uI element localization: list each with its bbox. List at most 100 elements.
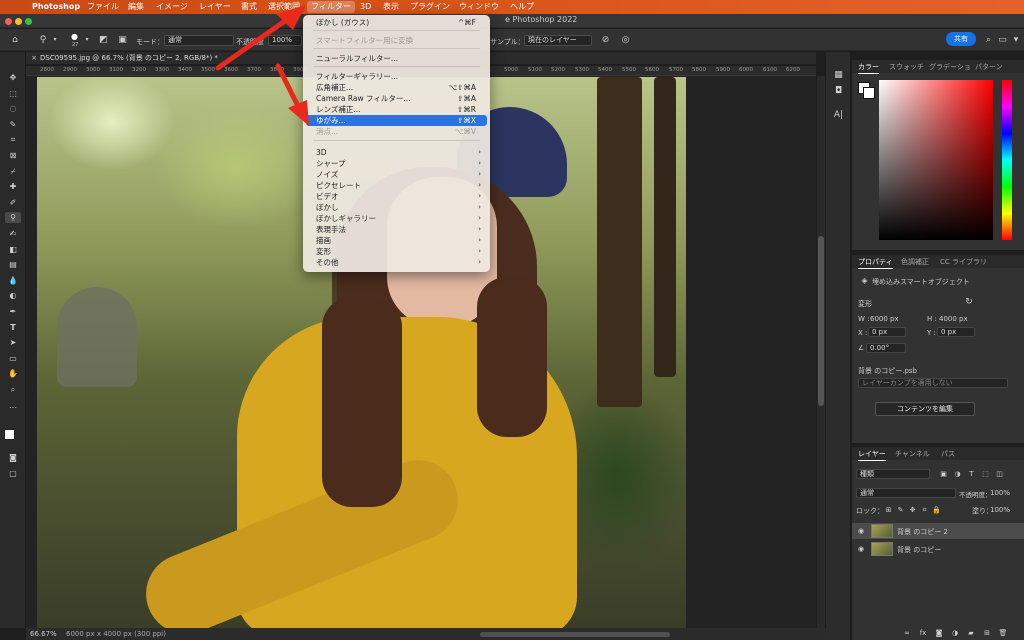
zoom-tool-icon[interactable]: ⌕ (5, 384, 21, 395)
submenu-3d[interactable]: 3D › (303, 147, 490, 158)
lock-pixels-icon[interactable]: ✎ (896, 505, 905, 515)
layer-filter-select[interactable]: 種類 (856, 469, 930, 479)
pressure-icon[interactable]: ◎ (620, 35, 631, 45)
minimize-window-button[interactable] (15, 18, 22, 25)
document-info[interactable]: 6000 px x 4000 px (300 ppi) (66, 630, 166, 638)
menu-filter[interactable]: フィルター (307, 1, 355, 13)
home-icon[interactable]: ⌂ (9, 35, 21, 45)
opacity-input[interactable]: 100% (268, 35, 302, 46)
comments-panel-icon[interactable]: ◘ (833, 86, 844, 96)
smart-object-filter-icon[interactable]: ◫ (995, 469, 1004, 479)
tab-channels[interactable]: チャンネル (895, 449, 930, 459)
character-panel-icon[interactable]: A| (833, 110, 844, 120)
move-tool-icon[interactable]: ✥ (5, 72, 21, 83)
tab-gradients[interactable]: グラデーショ (929, 62, 971, 72)
gradient-tool-icon[interactable]: ▤ (5, 259, 21, 270)
visibility-eye-icon[interactable]: ◉ (856, 526, 866, 536)
submenu-blur-gallery[interactable]: ぼかしギャラリー › (303, 213, 490, 224)
submenu-pixelate[interactable]: ピクセレート › (303, 180, 490, 191)
eraser-tool-icon[interactable]: ◧ (5, 244, 21, 255)
workspace-menu-icon[interactable]: ▾ (1011, 35, 1021, 45)
clone-stamp-tool-icon[interactable]: ⚲ (5, 212, 21, 223)
tab-paths[interactable]: パス (941, 449, 955, 459)
tab-color[interactable]: カラー (858, 62, 879, 74)
history-brush-tool-icon[interactable]: ✍ (5, 228, 21, 239)
layer-comp-select[interactable]: レイヤーカンプを適用しない (858, 378, 1008, 388)
menu-plugins[interactable]: プラグイン (410, 1, 450, 13)
history-panel-icon[interactable]: ▦ (833, 70, 844, 80)
width-value[interactable]: 6000 px (870, 315, 899, 323)
brush-preset-icon[interactable]: ● (70, 32, 79, 42)
clone-stamp-tool-icon[interactable]: ⚲ (36, 35, 50, 45)
app-menu[interactable]: Photoshop (32, 1, 80, 13)
path-select-tool-icon[interactable]: ➤ (5, 337, 21, 348)
menu-item-lens-correction[interactable]: レンズ補正... ⇧⌘R (303, 104, 490, 115)
eyedropper-tool-icon[interactable]: ⌿ (5, 166, 21, 177)
menu-item-neural-filters[interactable]: ニューラルフィルター... (303, 53, 490, 64)
menu-3d[interactable]: 3D (360, 1, 371, 13)
more-tools-icon[interactable]: ⋯ (5, 402, 21, 413)
group-icon[interactable]: ▰ (966, 628, 976, 638)
dodge-tool-icon[interactable]: ◐ (5, 290, 21, 301)
layer-style-icon[interactable]: fx (918, 628, 928, 638)
quick-mask-icon[interactable]: ◙ (5, 452, 21, 463)
menu-view[interactable]: 表示 (383, 1, 399, 13)
submenu-stylize[interactable]: 表現手法 › (303, 224, 490, 235)
menu-file[interactable]: ファイル (87, 1, 119, 13)
vertical-scrollbar[interactable] (817, 76, 825, 628)
menu-item-camera-raw[interactable]: Camera Raw フィルター... ⇧⌘A (303, 93, 490, 104)
adjustment-layer-icon[interactable]: ◑ (950, 628, 960, 638)
share-button[interactable]: 共有 (946, 32, 976, 46)
adjustment-filter-icon[interactable]: ◑ (953, 469, 962, 479)
submenu-render[interactable]: 描画 › (303, 235, 490, 246)
shape-filter-icon[interactable]: ⬚ (981, 469, 990, 479)
new-layer-icon[interactable]: ⊞ (982, 628, 992, 638)
lasso-tool-icon[interactable]: ◌ (5, 103, 21, 114)
zoom-window-button[interactable] (25, 18, 32, 25)
mode-select[interactable]: 通常 (164, 35, 234, 46)
layer-name[interactable]: 背景 のコピー (897, 545, 941, 555)
menu-item-filter-gallery[interactable]: フィルターギャラリー... (303, 71, 490, 82)
lock-all-icon[interactable]: 🔒 (932, 505, 941, 515)
menu-select[interactable]: 選択範囲 (268, 1, 300, 13)
color-field[interactable] (879, 80, 993, 240)
clone-source-icon[interactable]: ▣ (117, 35, 128, 45)
tab-patterns[interactable]: パターン (975, 62, 1003, 72)
ignore-adjustment-icon[interactable]: ⊘ (600, 35, 611, 45)
hand-tool-icon[interactable]: ✋ (5, 368, 21, 379)
tab-adjustments[interactable]: 色調補正 (901, 257, 929, 267)
lock-artboard-icon[interactable]: ⌗ (920, 505, 929, 515)
visibility-eye-icon[interactable]: ◉ (856, 544, 866, 554)
submenu-video[interactable]: ビデオ › (303, 191, 490, 202)
type-filter-icon[interactable]: T (967, 469, 976, 479)
screen-mode-icon[interactable]: ▢ (5, 468, 21, 479)
healing-brush-tool-icon[interactable]: ✚ (5, 181, 21, 192)
horizontal-scrollbar[interactable] (480, 632, 670, 637)
lock-position-icon[interactable]: ✥ (908, 505, 917, 515)
menu-edit[interactable]: 編集 (128, 1, 144, 13)
submenu-sharpen[interactable]: シャープ › (303, 158, 490, 169)
blend-mode-select[interactable]: 通常 (856, 488, 956, 498)
menu-layer[interactable]: レイヤー (199, 1, 231, 13)
sample-select[interactable]: 現在のレイヤー (524, 35, 592, 46)
pen-tool-icon[interactable]: ✒ (5, 306, 21, 317)
tab-swatches[interactable]: スウォッチ (889, 62, 924, 72)
submenu-other[interactable]: その他 › (303, 257, 490, 268)
height-value[interactable]: 4000 px (939, 315, 968, 323)
search-icon[interactable]: ⌕ (983, 35, 994, 45)
close-window-button[interactable] (5, 18, 12, 25)
tab-properties[interactable]: プロパティ (858, 257, 893, 269)
foreground-color-swatch[interactable] (4, 429, 15, 440)
rectangle-tool-icon[interactable]: ▭ (5, 353, 21, 364)
type-tool-icon[interactable]: T (5, 322, 21, 333)
fill-value[interactable]: 100% (990, 506, 1010, 514)
lock-transparency-icon[interactable]: ⊞ (884, 505, 893, 515)
tab-layers[interactable]: レイヤー (858, 449, 886, 461)
trash-icon[interactable]: 🗑 (998, 628, 1008, 638)
hue-slider[interactable] (1002, 80, 1012, 240)
menu-item-adaptive-wide-angle[interactable]: 広角補正... ⌥⇧⌘A (303, 82, 490, 93)
menu-image[interactable]: イメージ (156, 1, 188, 13)
blur-tool-icon[interactable]: 💧 (5, 275, 21, 286)
link-layers-icon[interactable]: ∞ (902, 628, 912, 638)
zoom-level[interactable]: 66.67% (30, 630, 57, 638)
